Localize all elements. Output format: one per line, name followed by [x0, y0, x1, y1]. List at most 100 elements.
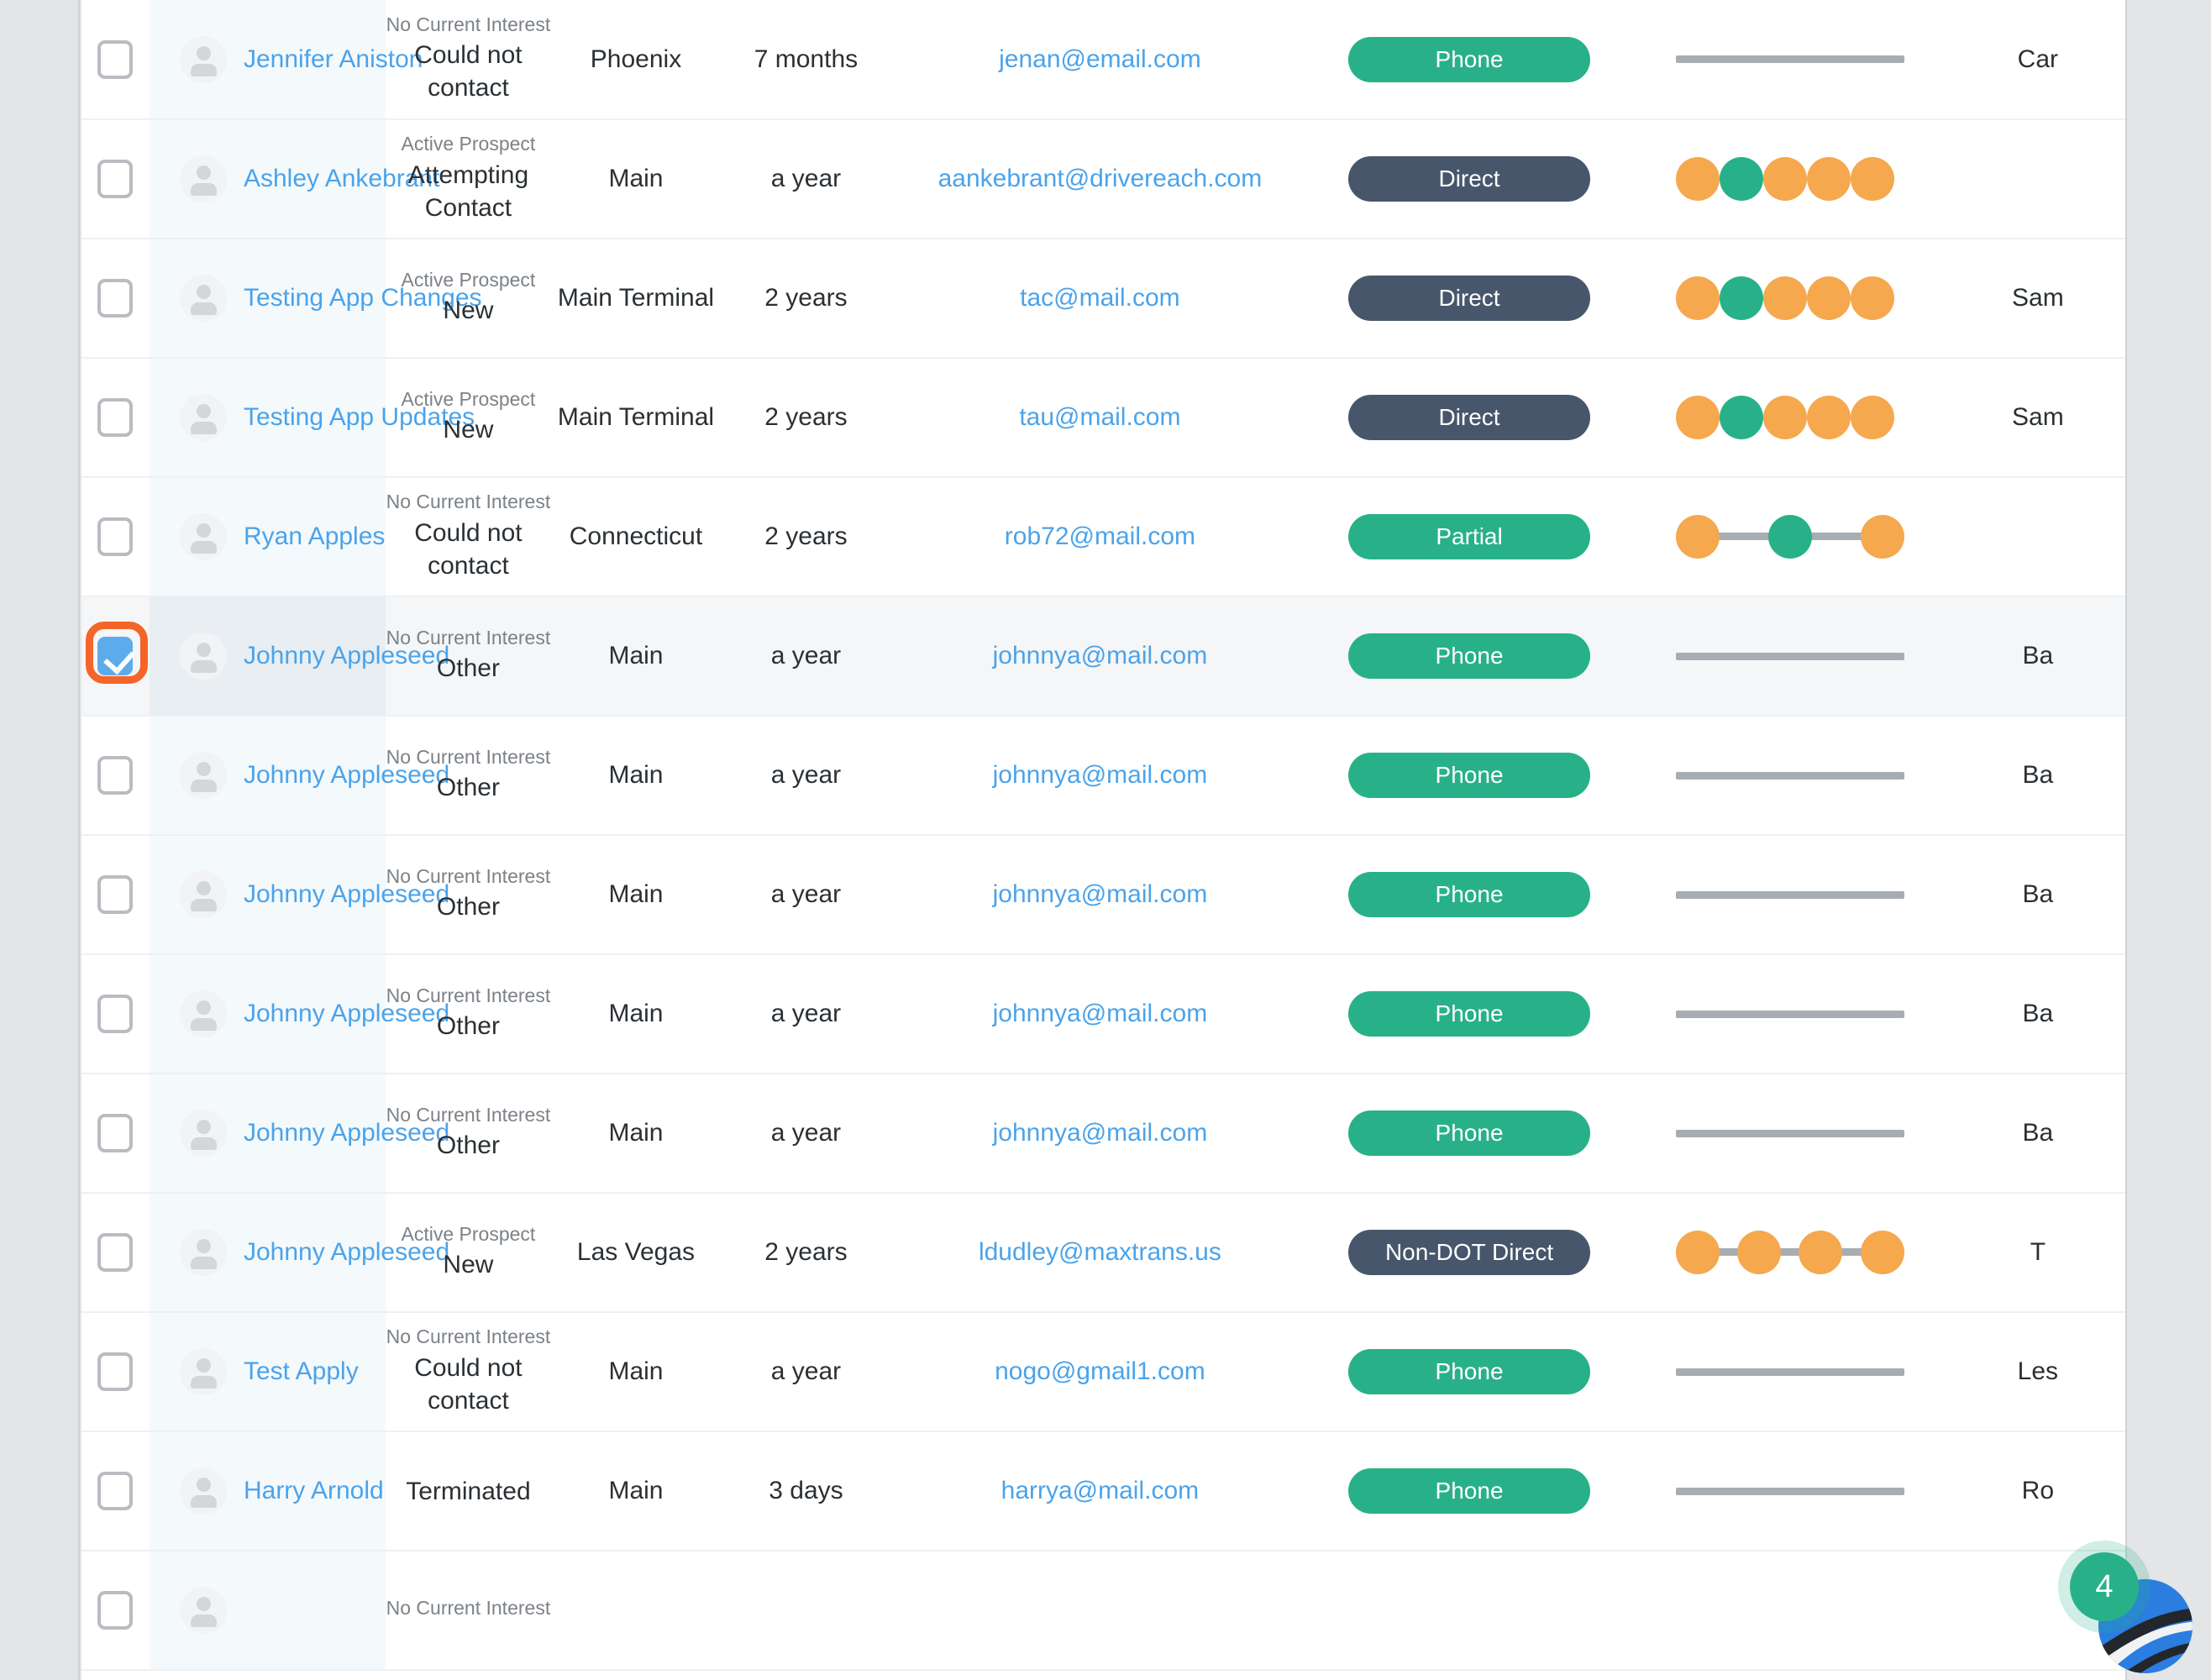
row-select-checkbox[interactable] [97, 398, 134, 437]
chat-unread-badge[interactable]: 4 [2070, 1552, 2139, 1621]
progress-step-dot-orange[interactable] [1806, 157, 1851, 201]
table-row: Test Apply No Current Interest Could not c… [81, 1312, 2125, 1431]
progress-step-dot-orange[interactable] [1737, 1231, 1782, 1274]
status-cell: No Current Interest [386, 1551, 551, 1670]
contact-method-badge[interactable]: Non-DOT Direct [1348, 1230, 1591, 1275]
email-link[interactable]: tac@mail.com [1020, 284, 1180, 312]
lead-name-link[interactable]: Jennifer Aniston [244, 45, 423, 74]
contact-method-badge[interactable]: Phone [1348, 753, 1591, 798]
email-link[interactable]: johnnya@mail.com [993, 1000, 1208, 1027]
contact-method-badge[interactable]: Partial [1348, 514, 1591, 559]
progress-cell [1630, 1312, 1951, 1431]
progress-step-dot-orange[interactable] [1850, 157, 1894, 201]
contact-method-badge[interactable]: Phone [1348, 36, 1591, 82]
progress-step-dot-orange[interactable] [1806, 396, 1851, 439]
person-avatar-icon [179, 752, 227, 799]
email-link[interactable]: ldudley@maxtrans.us [979, 1238, 1221, 1266]
email-link[interactable]: johnnya@mail.com [993, 642, 1208, 669]
progress-step-dot-orange[interactable] [1860, 1231, 1904, 1274]
status-sublabel: No Current Interest [386, 1326, 551, 1348]
row-select-checkbox[interactable] [97, 1352, 134, 1391]
contact-method-badge[interactable]: Phone [1348, 1468, 1591, 1514]
row-select-checkbox[interactable] [97, 875, 134, 914]
row-select-checkbox[interactable] [97, 1591, 134, 1630]
person-avatar-icon [179, 871, 227, 918]
progress-step-dot-orange[interactable] [1675, 515, 1720, 559]
email-cell: tau@mail.com [891, 358, 1309, 477]
chat-widget[interactable]: 4 [2070, 1546, 2196, 1673]
lead-name-link[interactable]: Harry Arnold [244, 1477, 384, 1505]
recruiter-cell: Ba [2022, 761, 2054, 789]
progress-cell [1630, 358, 1951, 477]
row-select-checkbox[interactable] [97, 160, 134, 198]
row-select-cell [81, 477, 150, 596]
progress-step-dot-orange[interactable] [1762, 276, 1807, 320]
progress-step-dot-orange[interactable] [1675, 276, 1720, 320]
recruiter-cell: Ba [2022, 1119, 2054, 1147]
city-cell: Main [608, 761, 664, 789]
contact-method-cell: Direct [1309, 119, 1630, 239]
contact-method-badge[interactable]: Phone [1348, 1110, 1591, 1156]
progress-step-dot-green[interactable] [1719, 396, 1763, 439]
row-select-checkbox[interactable] [97, 39, 134, 79]
row-select-checkbox[interactable] [97, 517, 134, 556]
person-avatar-icon [179, 1467, 227, 1515]
email-link[interactable]: rob72@mail.com [1005, 522, 1195, 550]
email-link[interactable]: jenan@email.com [999, 45, 1201, 73]
row-select-checkbox[interactable] [97, 1472, 134, 1510]
email-link[interactable]: nogo@gmail1.com [995, 1357, 1205, 1385]
email-link[interactable]: johnnya@mail.com [993, 880, 1208, 908]
status-sublabel: No Current Interest [386, 1103, 551, 1126]
row-select-checkbox[interactable] [97, 1114, 134, 1152]
row-select-cell [81, 0, 150, 119]
row-select-checkbox-wrap [97, 1591, 134, 1630]
progress-step-dot-orange[interactable] [1762, 157, 1807, 201]
contact-method-badge[interactable]: Phone [1348, 872, 1591, 917]
row-select-checkbox[interactable] [97, 995, 134, 1033]
row-select-checkbox-wrap [97, 875, 134, 914]
email-link[interactable]: harrya@mail.com [1001, 1477, 1200, 1504]
progress-step-dot-orange[interactable] [1675, 157, 1720, 201]
contact-method-badge[interactable]: Phone [1348, 1349, 1591, 1394]
progress-step-dot-orange[interactable] [1799, 1231, 1843, 1274]
status-cell: No Current Interest Could not contact [386, 1312, 551, 1431]
row-select-checkbox[interactable] [97, 279, 134, 318]
progress-step-dot-orange[interactable] [1762, 396, 1807, 439]
progress-step-dot-orange[interactable] [1675, 396, 1720, 439]
email-cell: jenan@email.com [891, 0, 1309, 119]
progress-step-dot-orange[interactable] [1850, 276, 1894, 320]
progress-step-dot-orange[interactable] [1850, 396, 1894, 439]
lead-name-link[interactable]: Ryan Apples [244, 522, 385, 551]
email-link[interactable]: johnnya@mail.com [993, 761, 1208, 789]
progress-steps [1675, 515, 1904, 559]
progress-step-dot-orange[interactable] [1806, 276, 1851, 320]
progress-step-dot-green[interactable] [1719, 276, 1763, 320]
contact-method-cell: Partial [1309, 477, 1630, 596]
email-link[interactable]: tau@mail.com [1019, 403, 1180, 431]
name-cell: Testing App Changes [149, 239, 482, 358]
contact-method-badge[interactable]: Direct [1348, 156, 1591, 202]
contact-method-badge[interactable]: Direct [1348, 276, 1591, 321]
progress-step-dot-orange[interactable] [1860, 515, 1904, 559]
contact-method-badge[interactable]: Phone [1348, 633, 1591, 679]
email-link[interactable]: aankebrant@drivereach.com [938, 165, 1263, 192]
recruiter-cell: T [2030, 1238, 2046, 1266]
row-select-checkbox[interactable] [97, 1233, 134, 1272]
progress-bar [1675, 1129, 1904, 1137]
leads-table-scroll-area[interactable]: Jennifer Aniston No Current Interest Could… [81, 0, 2125, 1680]
progress-step-dot-green[interactable] [1719, 157, 1763, 201]
row-select-checkbox-wrap [97, 1352, 134, 1391]
row-select-cell [81, 716, 150, 835]
person-avatar-icon [179, 35, 227, 83]
status-cell: Terminated [386, 1431, 551, 1551]
row-select-checkbox[interactable] [97, 756, 134, 795]
row-select-checkbox[interactable] [97, 637, 134, 675]
contact-method-badge[interactable]: Phone [1348, 991, 1591, 1037]
city-cell: Main [608, 1477, 664, 1504]
contact-method-badge[interactable]: Direct [1348, 395, 1591, 440]
lead-name-link[interactable]: Test Apply [244, 1357, 359, 1386]
table-row: Johnny Appleseed No Current Interest Other… [81, 954, 2125, 1074]
progress-step-dot-orange[interactable] [1675, 1231, 1720, 1274]
email-link[interactable]: johnnya@mail.com [993, 1119, 1208, 1147]
progress-step-dot-green[interactable] [1767, 515, 1812, 559]
